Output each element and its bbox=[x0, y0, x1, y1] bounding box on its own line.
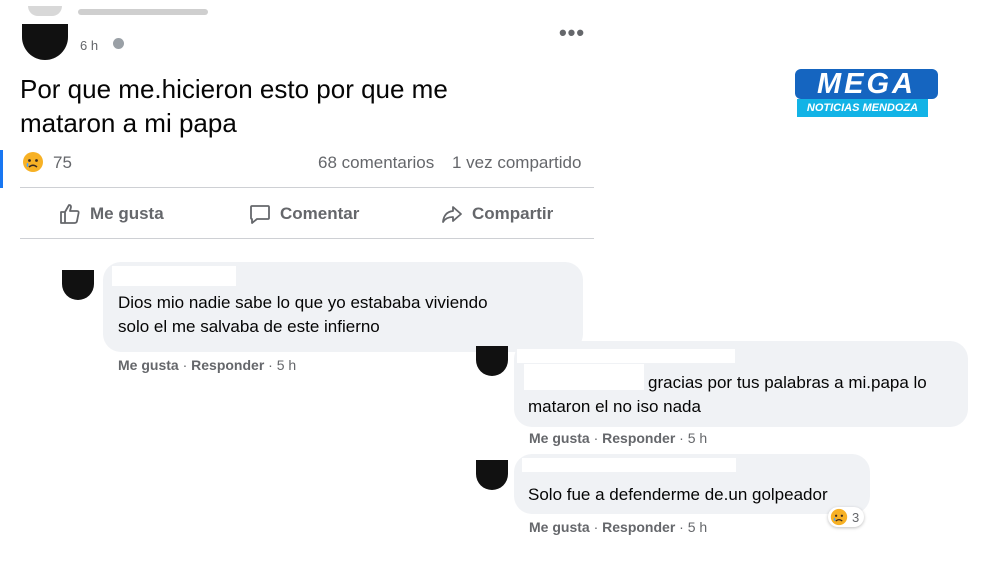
divider bbox=[20, 187, 594, 188]
comment-text-line: mataron el no iso nada bbox=[528, 397, 701, 416]
shares-count[interactable]: 1 vez compartido bbox=[452, 153, 581, 173]
share-arrow-icon bbox=[442, 206, 462, 223]
globe-icon bbox=[113, 38, 124, 49]
comment-time[interactable]: 5 h bbox=[688, 519, 707, 535]
post-text-line: Por que me.hicieron esto por que me bbox=[20, 74, 448, 104]
post-time[interactable]: 6 h bbox=[80, 38, 98, 53]
comment-bubble-icon bbox=[250, 205, 270, 224]
left-accent-bar bbox=[0, 150, 3, 188]
mega-logo-subtitle: NOTICIAS MENDOZA bbox=[797, 99, 928, 117]
comment-button[interactable]: Comentar bbox=[248, 198, 359, 230]
comment-reaction-count: 3 bbox=[852, 509, 860, 525]
sad-face-icon bbox=[830, 508, 848, 526]
like-thumb-icon bbox=[60, 204, 80, 224]
like-button-label: Me gusta bbox=[90, 204, 164, 223]
post-text-line: mataron a mi papa bbox=[20, 108, 237, 138]
post-author-avatar[interactable] bbox=[22, 24, 68, 60]
sad-face-icon[interactable] bbox=[22, 151, 44, 173]
top-avatar-crop bbox=[28, 6, 62, 16]
comment-reply-link[interactable]: Responder bbox=[602, 430, 675, 446]
comment-reaction-summary[interactable]: 3 bbox=[828, 507, 865, 527]
more-options-button[interactable]: ••• bbox=[558, 22, 586, 46]
comment-text: Dios mio nadie sabe lo que yo estababa v… bbox=[118, 291, 578, 339]
comment-actions: Me gusta · Responder · 5 h bbox=[529, 519, 708, 535]
redacted-name bbox=[112, 266, 236, 286]
top-name-crop bbox=[78, 9, 208, 15]
comment-like-link[interactable]: Me gusta bbox=[529, 430, 590, 446]
reaction-count[interactable]: 75 bbox=[53, 153, 72, 173]
comment-text-line: gracias por tus palabras a mi.papa lo bbox=[648, 373, 927, 392]
share-button-label: Compartir bbox=[472, 204, 554, 223]
comment-avatar[interactable] bbox=[476, 460, 508, 490]
share-button[interactable]: Compartir bbox=[440, 198, 553, 230]
comment-time[interactable]: 5 h bbox=[277, 357, 296, 373]
post-text: Por que me.hicieron esto por que me mata… bbox=[20, 72, 580, 140]
comment-text-line: Dios mio nadie sabe lo que yo estababa v… bbox=[118, 293, 488, 312]
comments-count[interactable]: 68 comentarios bbox=[318, 153, 434, 173]
comment-like-link[interactable]: Me gusta bbox=[118, 357, 179, 373]
redacted-name bbox=[524, 364, 644, 390]
comment-text-line: Solo fue a defenderme de.un golpeador bbox=[528, 485, 828, 504]
comment-text-line: solo el me salvaba de este infierno bbox=[118, 317, 380, 336]
like-button[interactable]: Me gusta bbox=[58, 198, 164, 230]
divider bbox=[20, 238, 594, 239]
mega-logo-title: MEGA bbox=[817, 68, 916, 100]
comment-avatar[interactable] bbox=[476, 346, 508, 376]
comment-avatar[interactable] bbox=[62, 270, 94, 300]
comment-reply-link[interactable]: Responder bbox=[602, 519, 675, 535]
comment-reply-link[interactable]: Responder bbox=[191, 357, 264, 373]
comment-button-label: Comentar bbox=[280, 204, 360, 223]
comment-time[interactable]: 5 h bbox=[688, 430, 707, 446]
comment-actions: Me gusta · Responder · 5 h bbox=[118, 357, 297, 373]
comment-actions: Me gusta · Responder · 5 h bbox=[529, 430, 708, 446]
redacted-name bbox=[522, 458, 736, 472]
redacted-name bbox=[517, 349, 735, 363]
comment-like-link[interactable]: Me gusta bbox=[529, 519, 590, 535]
